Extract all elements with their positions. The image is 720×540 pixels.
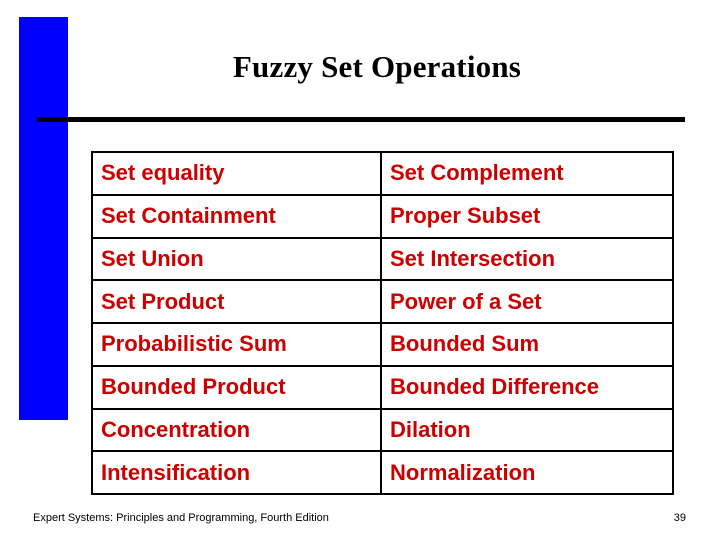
table-row: Set Union Set Intersection <box>91 236 674 282</box>
footer-source-text: Expert Systems: Principles and Programmi… <box>33 512 329 524</box>
table-row: Set Containment Proper Subset <box>91 193 674 239</box>
slide-canvas: Fuzzy Set Operations Set equality Set Co… <box>0 0 720 540</box>
operation-cell-right: Proper Subset <box>380 193 674 239</box>
operation-cell-right: Normalization <box>380 450 674 495</box>
operation-cell-left: Bounded Product <box>91 364 382 410</box>
operation-cell-left: Intensification <box>91 450 382 495</box>
table-row: Set equality Set Complement <box>91 151 674 196</box>
decorative-accent-bar <box>19 17 68 420</box>
operation-cell-left: Probabilistic Sum <box>91 322 382 367</box>
table-row: Concentration Dilation <box>91 407 674 453</box>
operation-cell-right: Set Intersection <box>380 236 674 282</box>
page-title: Fuzzy Set Operations <box>232 49 522 84</box>
operation-cell-right: Dilation <box>380 407 674 453</box>
operation-cell-right: Bounded Sum <box>380 322 674 367</box>
title-divider-rule <box>37 117 685 122</box>
operation-cell-left: Set Union <box>91 236 382 282</box>
operation-cell-right: Power of a Set <box>380 279 674 324</box>
fuzzy-set-operations-table: Set equality Set Complement Set Containm… <box>91 151 674 495</box>
table-row: Bounded Product Bounded Difference <box>91 364 674 410</box>
operation-cell-left: Set Product <box>91 279 382 324</box>
operation-cell-left: Set equality <box>91 151 382 196</box>
slide-page-number: 39 <box>673 512 686 524</box>
operation-cell-right: Set Complement <box>380 151 674 196</box>
operation-cell-right: Bounded Difference <box>380 364 674 410</box>
table-row: Intensification Normalization <box>91 450 674 495</box>
table-row: Set Product Power of a Set <box>91 279 674 324</box>
operation-cell-left: Set Containment <box>91 193 382 239</box>
table-row: Probabilistic Sum Bounded Sum <box>91 322 674 367</box>
operation-cell-left: Concentration <box>91 407 382 453</box>
